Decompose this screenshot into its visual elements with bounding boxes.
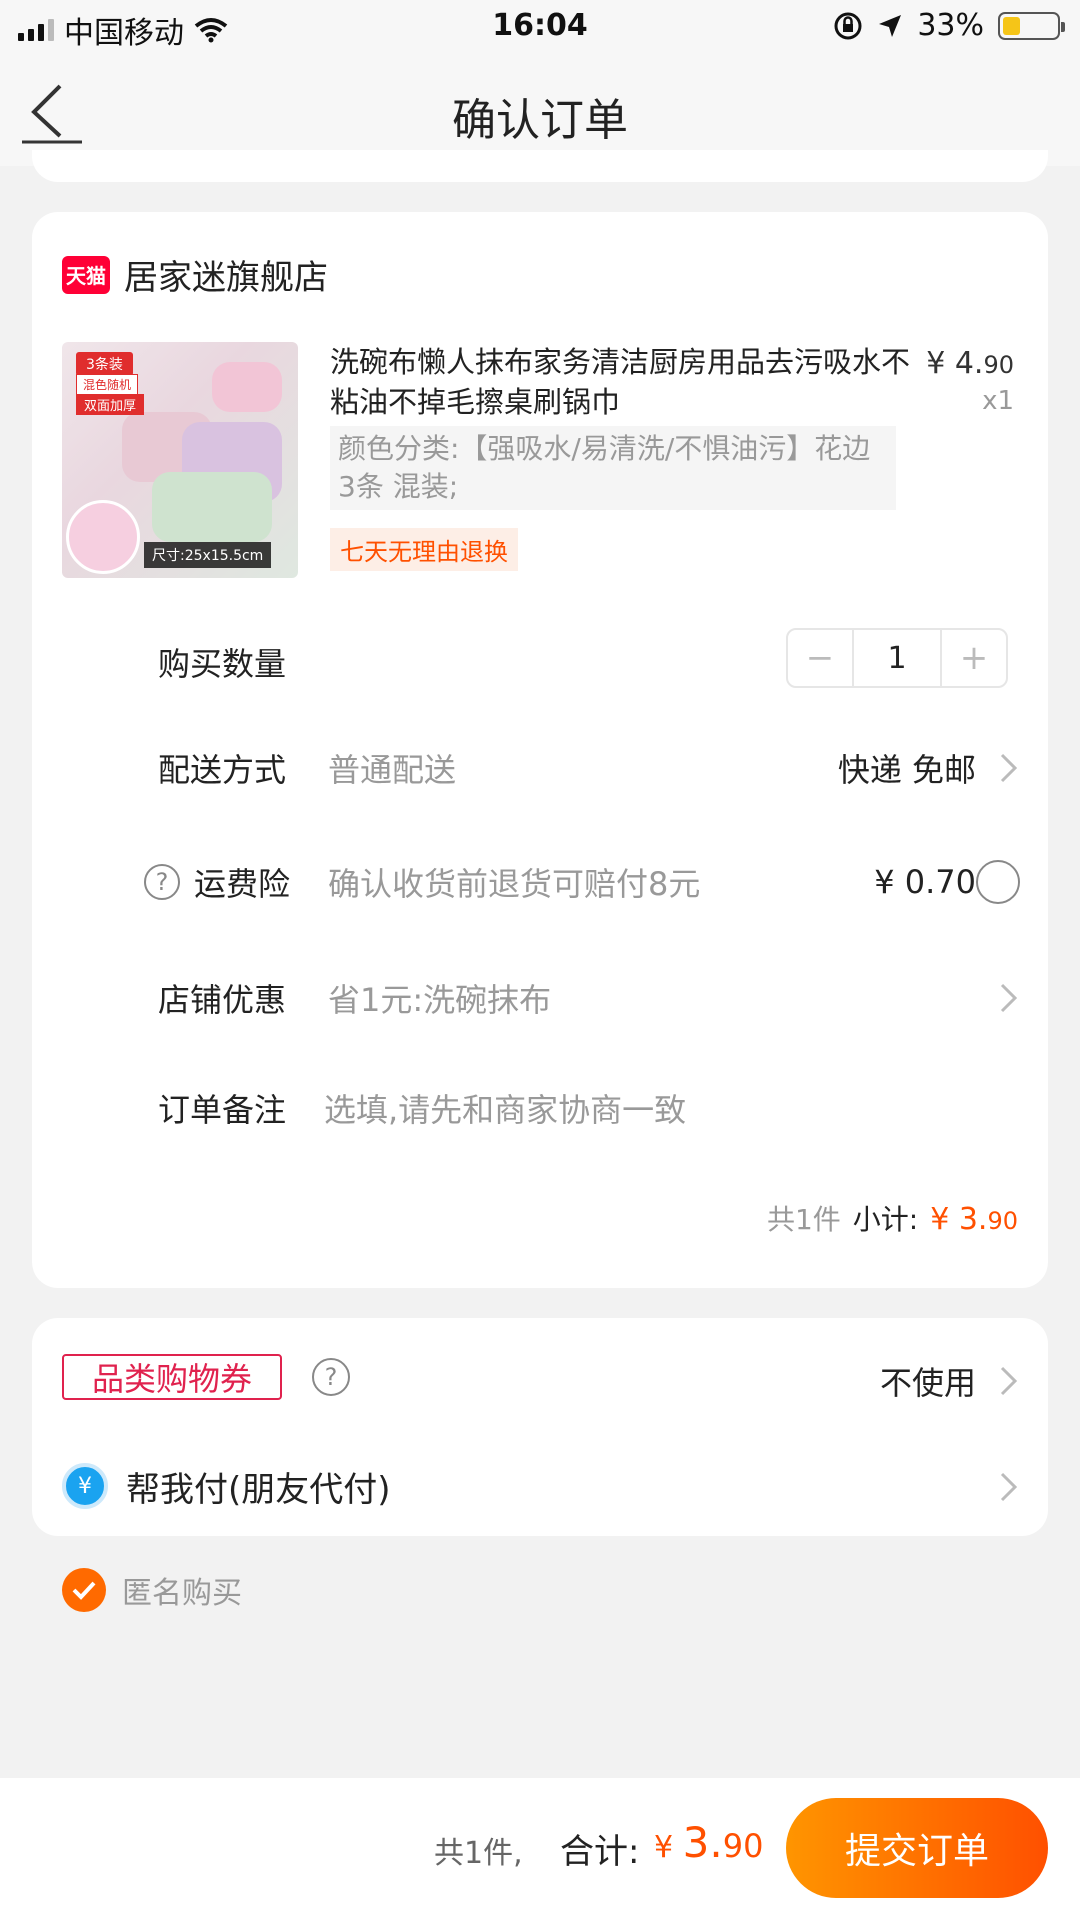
product-tag-color: 混色随机: [76, 374, 139, 395]
total-count: 共1件,: [434, 1836, 523, 1871]
product-tag-thick: 双面加厚: [76, 394, 145, 415]
note-label: 订单备注: [158, 1091, 287, 1129]
shop-discount-row[interactable]: 店铺优惠 省1元:洗碗抹布: [32, 968, 1048, 1028]
address-card-bottom: [32, 150, 1048, 182]
battery-percent: 33%: [917, 8, 984, 43]
insurance-label: 运费险: [194, 865, 291, 903]
product-tag-pack: 3条装: [76, 352, 133, 376]
return-policy-badge: 七天无理由退换: [330, 528, 518, 571]
delivery-row[interactable]: 配送方式 普通配送 快递 免邮: [32, 738, 1048, 798]
location-icon: [879, 14, 902, 37]
note-input[interactable]: 选填,请先和商家协商一致: [324, 1085, 686, 1131]
product-size-label: 尺寸:25x15.5cm: [144, 542, 272, 568]
rotation-lock-icon: [834, 12, 862, 39]
help-icon[interactable]: ?: [144, 864, 180, 900]
total-label: 合计:: [560, 1832, 640, 1872]
checkmark-icon[interactable]: [62, 1568, 106, 1612]
quantity-label: 购买数量: [158, 645, 287, 683]
delivery-desc: 普通配送: [328, 751, 457, 789]
shop-name: 居家迷旗舰店: [124, 258, 328, 298]
status-right: 33%: [833, 8, 1065, 43]
product-image[interactable]: 3条装 混色随机 双面加厚 尺寸:25x15.5cm: [62, 342, 298, 578]
status-bar: 中国移动 16:04 33%: [0, 0, 1080, 56]
insurance-desc: 确认收货前退货可赔付8元: [328, 865, 701, 903]
page-title: 确认订单: [452, 95, 628, 146]
coupon-value[interactable]: 不使用: [880, 1358, 976, 1404]
quantity-stepper: − 1 +: [786, 628, 1008, 688]
product-quantity: x1: [982, 386, 1014, 416]
chevron-right-icon: [1000, 753, 1018, 783]
order-note-row: 订单备注 选填,请先和商家协商一致: [32, 1078, 1048, 1138]
insurance-radio[interactable]: [976, 860, 1020, 904]
delivery-label: 配送方式: [158, 751, 287, 789]
quantity-value[interactable]: 1: [852, 630, 942, 686]
subtotal-label: 小计:: [852, 1203, 919, 1236]
decrement-button[interactable]: −: [788, 630, 852, 686]
discount-desc: 省1元:洗碗抹布: [328, 981, 552, 1019]
subtotal-amount: ¥ 3.90: [930, 1202, 1018, 1237]
discount-label: 店铺优惠: [158, 981, 287, 1019]
extras-card: 品类购物券 ? 不使用 ¥ 帮我付(朋友代付): [32, 1318, 1048, 1536]
product-spec[interactable]: 颜色分类:【强吸水/易清洗/不惧油污】花边3条 混装;: [330, 426, 896, 510]
shop-header[interactable]: 天猫 居家迷旗舰店: [62, 250, 328, 299]
battery-icon: [998, 11, 1065, 40]
anonymous-purchase[interactable]: 匿名购买: [62, 1568, 242, 1612]
shipping-insurance-row: ? 运费险 确认收货前退货可赔付8元 ¥ 0.70: [32, 852, 1048, 912]
friend-pay-icon: ¥: [62, 1463, 108, 1509]
chevron-right-icon: [1000, 1472, 1018, 1502]
help-icon[interactable]: ?: [312, 1358, 350, 1396]
category-coupon-tag[interactable]: 品类购物券: [62, 1354, 282, 1400]
product-price: ¥ 4.90: [926, 346, 1014, 381]
product-title[interactable]: 洗碗布懒人抹布家务清洁厨房用品去污吸水不粘油不掉毛擦桌刷锅巾: [330, 342, 910, 422]
bottom-bar: 共1件, 合计: ¥ 3.90 提交订单: [0, 1778, 1080, 1920]
anonymous-label: 匿名购买: [122, 1576, 242, 1611]
increment-button[interactable]: +: [942, 630, 1006, 686]
chevron-right-icon: [1000, 983, 1018, 1013]
product-detail-inset: [66, 500, 140, 574]
tmall-logo: 天猫: [62, 255, 110, 294]
delivery-value: 快递 免邮: [837, 751, 976, 789]
order-card: 天猫 居家迷旗舰店 3条装 混色随机 双面加厚 尺寸:25x15.5cm 洗碗布…: [32, 212, 1048, 1288]
chevron-right-icon: [1000, 1366, 1018, 1396]
insurance-price: ¥ 0.70: [874, 863, 976, 901]
subtotal: 共1件 小计: ¥ 3.90: [767, 1198, 1018, 1238]
friend-pay-label[interactable]: 帮我付(朋友代付): [126, 1462, 391, 1511]
subtotal-count: 共1件: [766, 1203, 841, 1236]
total-amount: ¥ 3.90: [654, 1818, 764, 1867]
quantity-row: 购买数量 − 1 +: [32, 628, 1048, 692]
submit-order-button[interactable]: 提交订单: [786, 1798, 1048, 1898]
